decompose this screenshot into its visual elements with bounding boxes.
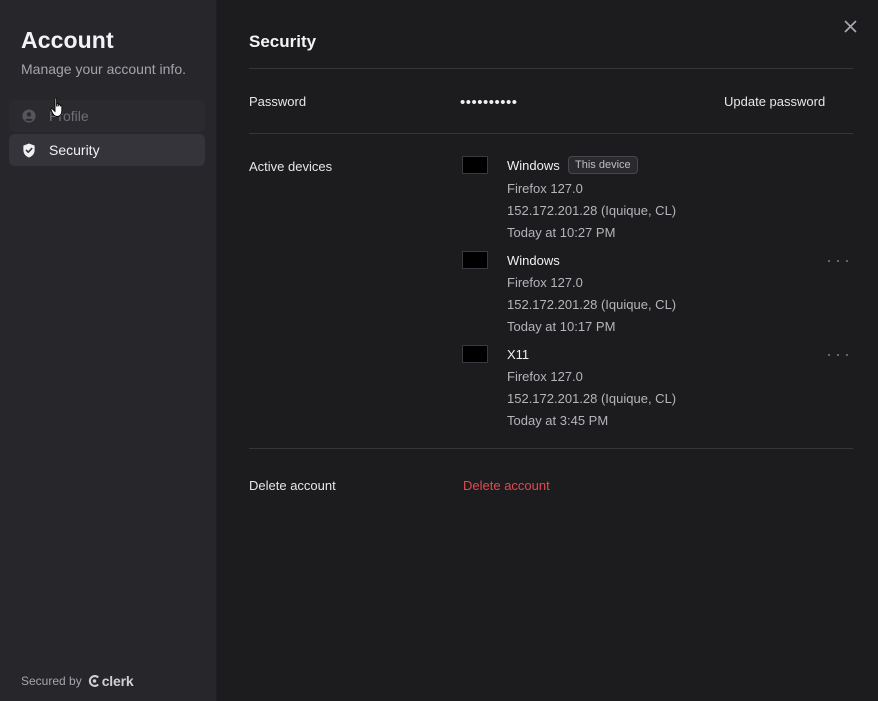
password-value: •••••••••• [460, 94, 518, 111]
more-dot [846, 260, 848, 262]
device-browser: Firefox 127.0 [507, 181, 583, 196]
device-more-button[interactable] [828, 349, 848, 361]
more-dot [828, 354, 830, 356]
device-name: Windows [507, 253, 560, 268]
sidebar-item-security[interactable]: Security [9, 134, 205, 166]
secured-by-text: Secured by [21, 674, 82, 688]
shield-icon [21, 142, 37, 158]
user-circle-icon [21, 108, 37, 124]
clerk-brand-text: clerk [101, 673, 134, 689]
clerk-logo[interactable]: clerk [88, 673, 134, 689]
sidebar-item-profile[interactable]: Profile [9, 100, 205, 132]
device-location: 152.172.201.28 (Iquique, CL) [507, 297, 677, 312]
page-title: Security [249, 32, 317, 51]
divider [249, 448, 853, 449]
device-icon [462, 345, 488, 363]
password-label: Password [249, 94, 307, 109]
divider [249, 133, 853, 134]
delete-account-button[interactable]: Delete account [463, 478, 550, 493]
main-panel: Security Password •••••••••• Update pass… [217, 0, 878, 701]
active-devices-label: Active devices [249, 159, 333, 174]
hand-cursor-icon [50, 97, 63, 117]
more-dot [846, 354, 848, 356]
close-icon [844, 20, 856, 32]
divider [249, 68, 853, 69]
device-time: Today at 10:27 PM [507, 225, 616, 240]
device-location: 152.172.201.28 (Iquique, CL) [507, 391, 677, 406]
sidebar-item-label: Security [49, 142, 100, 158]
device-icon [462, 251, 488, 269]
device-browser: Firefox 127.0 [507, 369, 583, 384]
update-password-button[interactable]: Update password [724, 94, 825, 109]
account-modal: Account Manage your account info. Profil… [0, 0, 878, 701]
secured-by-footer: Secured by clerk [21, 673, 134, 689]
sidebar: Account Manage your account info. Profil… [0, 0, 217, 701]
device-name: X11 [507, 347, 530, 362]
clerk-icon [88, 675, 99, 687]
device-browser: Firefox 127.0 [507, 275, 583, 290]
this-device-badge: This device [568, 156, 638, 174]
device-time: Today at 3:45 PM [507, 413, 609, 428]
device-more-button[interactable] [828, 255, 848, 267]
sidebar-title: Account [21, 27, 114, 53]
device-location: 152.172.201.28 (Iquique, CL) [507, 203, 677, 218]
device-icon [462, 156, 488, 174]
device-time: Today at 10:17 PM [507, 319, 616, 334]
close-button[interactable] [840, 16, 860, 36]
more-dot [828, 260, 830, 262]
sidebar-subtitle: Manage your account info. [21, 61, 186, 77]
device-name: Windows [507, 158, 560, 173]
more-dot [837, 260, 839, 262]
more-dot [837, 354, 839, 356]
sidebar-nav: Profile Security [9, 100, 205, 168]
delete-account-label: Delete account [249, 478, 336, 493]
